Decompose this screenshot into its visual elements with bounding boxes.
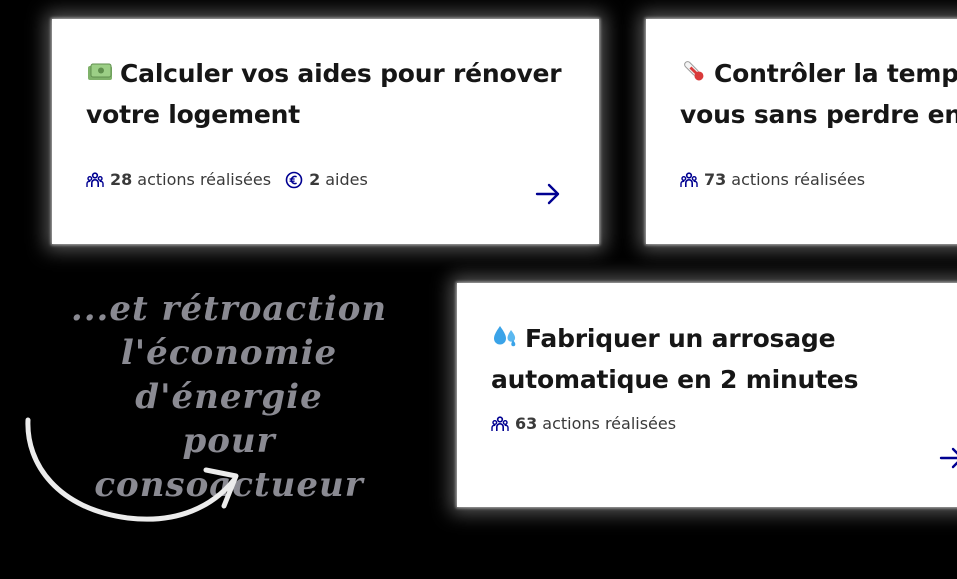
card-title-line-2: vous sans perdre en [680, 100, 957, 129]
actions-count: 63 [515, 414, 538, 433]
card-title: Fabriquer un arrosage automatique en 2 m… [491, 319, 859, 399]
card-title-line-1: Fabriquer un arrosage [491, 319, 858, 360]
card-title: Calculer vos aides pour rénover votre lo… [86, 54, 562, 134]
action-card-temperature[interactable]: Contrôler la temp vous sans perdre en 73… [646, 19, 957, 244]
actions-count-item: 28 actions réalisées [86, 170, 271, 189]
actions-label: actions réalisées [731, 170, 866, 189]
note-line-1: ...et rétroaction [70, 289, 388, 329]
actions-label: actions réalisées [137, 170, 272, 189]
action-card-aides-renovation[interactable]: Calculer vos aides pour rénover votre lo… [52, 19, 599, 244]
water-droplets-icon [491, 321, 519, 360]
actions-count-item: 73 actions réalisées [680, 170, 865, 189]
people-icon [86, 171, 104, 187]
card-title-line-1: Calculer vos aides pour rénover [86, 54, 562, 95]
card-title-line-1: Contrôler la temp [680, 54, 957, 95]
card-meta: 28 actions réalisées 2 aides [86, 170, 382, 189]
euro-icon [285, 171, 303, 188]
card-title-text-1: Contrôler la temp [714, 59, 957, 88]
actions-count: 28 [110, 170, 133, 189]
card-meta: 73 actions réalisées [680, 170, 879, 189]
aides-label: aides [325, 170, 368, 189]
actions-label: actions réalisées [542, 414, 677, 433]
note-line-2: l'économie d'énergie [120, 333, 338, 417]
card-title-text-1: Calculer vos aides pour rénover [120, 59, 562, 88]
actions-count-item: 63 actions réalisées [491, 414, 676, 433]
action-card-arrosage[interactable]: Fabriquer un arrosage automatique en 2 m… [457, 283, 957, 507]
card-meta: 63 actions réalisées [491, 414, 690, 433]
actions-count: 73 [704, 170, 727, 189]
aides-count: 2 [309, 170, 321, 189]
card-title: Contrôler la temp vous sans perdre en [680, 54, 957, 134]
curved-arrow-icon [25, 417, 239, 522]
card-title-line-2: automatique en 2 minutes [491, 365, 859, 394]
arrow-right-icon[interactable] [939, 447, 957, 469]
card-title-line-2: votre logement [86, 100, 300, 129]
aides-count-item: 2 aides [285, 170, 368, 189]
arrow-right-icon[interactable] [535, 183, 561, 205]
people-icon [491, 415, 509, 431]
thermometer-icon [680, 56, 708, 95]
card-title-text-1: Fabriquer un arrosage [525, 324, 836, 353]
money-bills-icon [86, 56, 114, 95]
people-icon [680, 171, 698, 187]
